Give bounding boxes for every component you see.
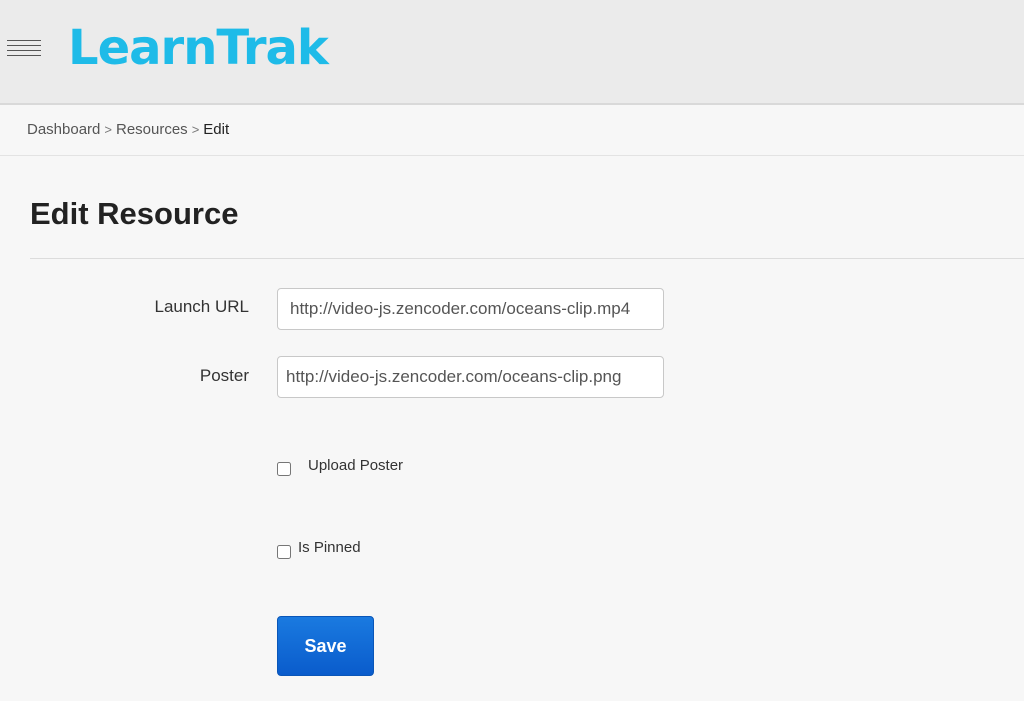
launch-url-label: Launch URL	[154, 297, 249, 316]
is-pinned-label: Is Pinned	[298, 539, 361, 556]
breadcrumb-divider	[0, 155, 1024, 156]
upload-poster-checkbox[interactable]	[277, 462, 291, 476]
breadcrumb-separator-icon: >	[104, 122, 112, 137]
breadcrumb-current: Edit	[203, 121, 230, 138]
upload-poster-label: Upload Poster	[308, 457, 404, 474]
title-divider	[30, 258, 1024, 259]
breadcrumb-dashboard[interactable]: Dashboard	[27, 121, 100, 138]
save-button[interactable]: Save	[277, 616, 374, 676]
top-header: LearnTrak	[0, 0, 1024, 105]
breadcrumb-resources[interactable]: Resources	[116, 121, 188, 138]
breadcrumb-separator-icon: >	[191, 122, 200, 137]
poster-input[interactable]	[277, 356, 664, 398]
learntrak-logo[interactable]: LearnTrak	[68, 17, 329, 79]
is-pinned-checkbox[interactable]	[277, 545, 291, 559]
launch-url-input[interactable]	[277, 288, 664, 330]
page-title: Edit Resource	[30, 196, 239, 231]
poster-label: Poster	[199, 366, 249, 385]
hamburger-menu-icon[interactable]	[7, 40, 41, 64]
breadcrumb: Dashboard > Resources > Edit	[27, 121, 229, 138]
